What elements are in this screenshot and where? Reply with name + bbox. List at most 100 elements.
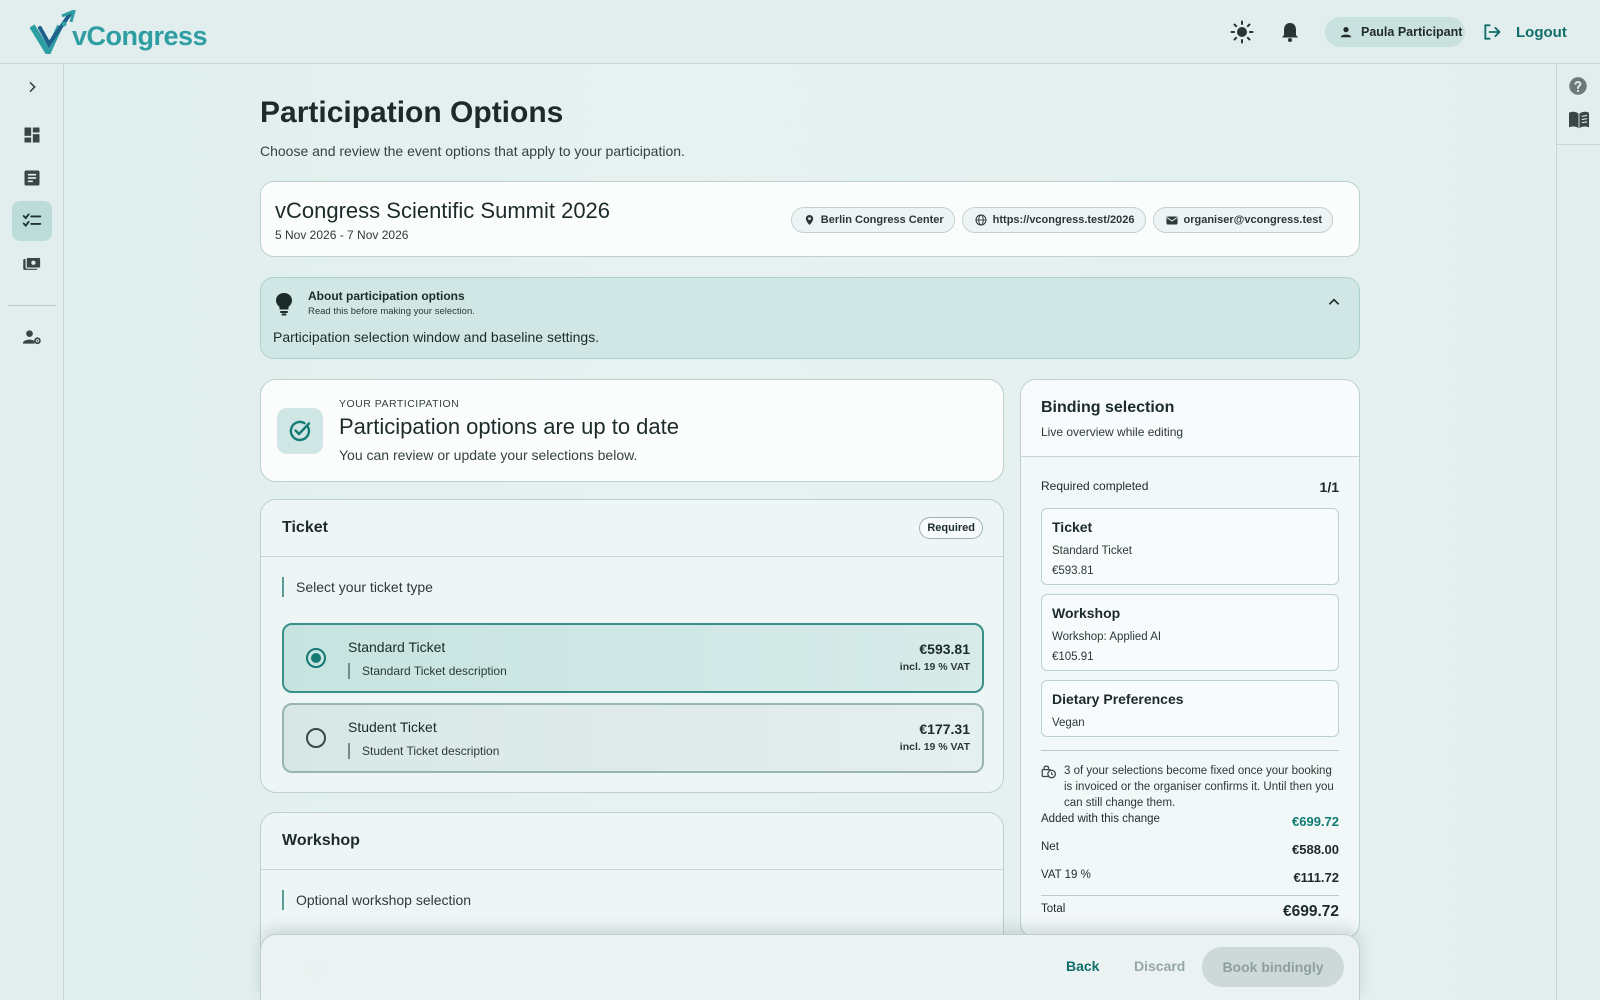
added-value: €699.72 [1292,814,1339,829]
summary-total-divider [1041,895,1339,896]
book-icon[interactable] [1568,110,1590,130]
sidebar-item-dashboard[interactable] [12,115,52,155]
total-value: €699.72 [1282,903,1339,920]
user-menu-button[interactable]: Paula Participant [1325,17,1465,47]
info-panel: About participation options Read this be… [260,277,1360,359]
email-chip[interactable]: organiser@vcongress.test [1152,207,1333,233]
logo-mark-icon [30,10,76,54]
mail-icon [1166,216,1177,224]
summary-item-detail: Standard Ticket [1052,545,1132,557]
summary-header: Binding selection Live overview while ed… [1021,380,1359,457]
ticket-option-price: €177.31 [919,721,970,737]
location-chip[interactable]: Berlin Congress Center [790,207,955,233]
lock-clock-icon [1041,765,1056,779]
checklist-icon [22,213,42,227]
ticket-option-student[interactable]: Student Ticket Student Ticket descriptio… [282,703,984,773]
info-subtitle: Read this before making your selection. [308,306,475,317]
sidebar-item-participation-options[interactable] [12,201,52,241]
sun-icon[interactable] [1230,20,1254,44]
sidebar-item-payments[interactable] [12,244,52,284]
ticket-option-standard[interactable]: Standard Ticket Standard Ticket descript… [282,623,984,693]
radio-selected[interactable] [306,648,326,668]
chevron-up-icon[interactable] [1327,295,1341,309]
net-value: €588.00 [1292,842,1339,857]
logout-button[interactable]: Logout [1482,20,1567,44]
email-label: organiser@vcongress.test [1183,214,1323,226]
left-sidebar [0,64,64,1000]
ticket-section-header: Ticket Required [261,500,1003,557]
required-badge: Required [919,517,983,539]
info-body: Participation selection window and basel… [273,329,600,345]
radio-dot [311,653,321,663]
check-circle-icon [289,420,311,442]
event-name: vCongress Scientific Summit 2026 [275,198,611,223]
event-card: vCongress Scientific Summit 2026 5 Nov 2… [260,181,1360,257]
globe-icon [975,214,987,226]
logo-text: vCongress [72,21,208,51]
required-completed-label: Required completed [1041,479,1149,493]
user-settings-icon [22,330,41,345]
summary-item-workshop: Workshop Workshop: Applied AI €105.91 [1041,594,1339,671]
ticket-section-title: Ticket [282,519,328,536]
right-rail-divider [1557,144,1600,145]
sidebar-expand-button[interactable] [12,67,52,107]
required-completed-value: 1/1 [1319,479,1339,495]
summary-item-dietary: Dietary Preferences Vegan [1041,680,1339,737]
summary-title: Binding selection [1041,399,1175,416]
lightbulb-icon [276,293,292,316]
discard-button[interactable]: Discard [1134,958,1185,974]
dashboard-icon [24,127,40,143]
lock-notice-text: 3 of your selections become fixed once y… [1064,765,1334,809]
workshop-section-header: Workshop [261,813,1003,870]
summary-item-title: Ticket [1052,519,1093,535]
ticket-option-name: Standard Ticket [348,639,446,655]
ticket-option-vat: incl. 19 % VAT [899,661,970,673]
person-icon [1340,27,1352,38]
summary-divider [1041,750,1339,751]
back-button[interactable]: Back [1066,958,1099,974]
ticket-option-price: €593.81 [919,641,970,657]
radio-unselected[interactable] [306,728,326,748]
added-label: Added with this change [1041,813,1160,825]
summary-item-ticket: Ticket Standard Ticket €593.81 [1041,508,1339,585]
bell-icon[interactable] [1278,20,1302,44]
summary-subtitle: Live overview while editing [1041,425,1184,439]
summary-item-detail: Workshop: Applied AI [1052,631,1162,643]
logout-icon [1484,24,1501,40]
summary-item-title: Dietary Preferences [1052,691,1184,707]
info-title: About participation options [308,289,465,303]
vat-label: VAT 19 % [1041,869,1091,881]
location-pin-icon [805,214,813,226]
page-subtitle: Choose and review the event options that… [260,143,685,159]
right-rail [1556,64,1600,1000]
workshop-section-title: Workshop [282,832,360,849]
logout-label: Logout [1516,23,1567,41]
book-bindingly-button[interactable]: Book bindingly [1202,947,1344,987]
location-label: Berlin Congress Center [820,214,944,226]
ticket-option-description: Standard Ticket description [348,663,507,679]
sidebar-divider [8,305,56,306]
sidebar-item-documents[interactable] [12,158,52,198]
event-chips: Berlin Congress Center https://vcongress… [790,207,1333,233]
net-label: Net [1041,841,1059,853]
sidebar-item-account-settings[interactable] [12,317,52,357]
website-chip[interactable]: https://vcongress.test/2026 [961,207,1146,233]
chevron-right-icon [29,81,36,93]
vat-value: €111.72 [1293,870,1339,885]
ticket-section-hint: Select your ticket type [282,577,433,597]
website-label: https://vcongress.test/2026 [992,214,1135,226]
summary-item-price: €105.91 [1052,651,1094,663]
status-kicker: YOUR PARTICIPATION [339,398,460,410]
help-icon[interactable] [1568,76,1588,96]
summary-item-price: €593.81 [1052,565,1094,577]
vcongress-logo[interactable]: vCongress [30,10,208,54]
action-bar: Back Discard Book bindingly [260,934,1360,1000]
status-title: Participation options are up to date [339,414,680,439]
event-dates: 5 Nov 2026 - 7 Nov 2026 [275,228,409,242]
ticket-option-description: Student Ticket description [348,743,499,759]
user-name: Paula Participant [1361,25,1463,39]
document-icon [24,170,40,186]
ticket-section: Ticket Required Select your ticket type … [260,499,1004,793]
ticket-option-vat: incl. 19 % VAT [899,741,970,753]
top-header: vCongress Paula Participant Logout [0,0,1600,64]
